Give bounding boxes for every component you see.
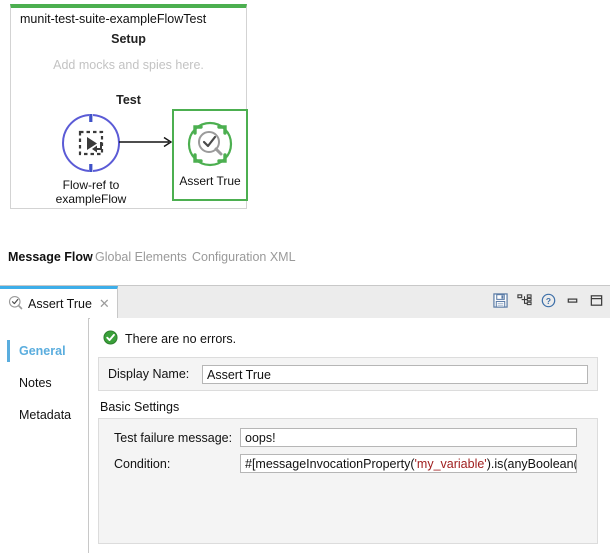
- hierarchy-icon[interactable]: [517, 293, 532, 311]
- connector-arrow: [119, 136, 175, 148]
- setup-section-label: Setup: [111, 32, 146, 46]
- setup-placeholder-text: Add mocks and spies here.: [53, 58, 204, 72]
- flow-container[interactable]: munit-test-suite-exampleFlowTest Setup A…: [10, 4, 248, 209]
- properties-tab-label: Assert True: [28, 296, 92, 311]
- condition-value-literal: 'my_variable': [414, 457, 487, 471]
- condition-label: Condition:: [114, 456, 171, 471]
- properties-nav: General Notes Metadata: [0, 318, 89, 553]
- test-failure-message-input[interactable]: oops!: [240, 428, 577, 447]
- nav-item-metadata[interactable]: Metadata: [0, 402, 88, 428]
- editor-tab-bar: Message Flow Global Elements Configurati…: [0, 245, 610, 277]
- flow-node-assert-true[interactable]: Assert True: [172, 109, 248, 201]
- assert-true-icon: [8, 295, 23, 313]
- test-failure-message-label: Test failure message:: [114, 430, 233, 445]
- tab-global-elements[interactable]: Global Elements: [95, 250, 187, 264]
- status-row: There are no errors.: [103, 330, 598, 348]
- condition-value-suffix: ).is(anyBoolean())]: [486, 457, 577, 471]
- nav-item-notes[interactable]: Notes: [0, 370, 88, 396]
- properties-panel-header: Assert True ✕ ?: [0, 286, 610, 319]
- flow-title: munit-test-suite-exampleFlowTest: [20, 12, 207, 26]
- flow-node-label: Flow-ref to exampleFlow: [47, 178, 135, 206]
- flow-node-flow-ref[interactable]: Flow-ref to exampleFlow: [47, 112, 135, 206]
- properties-form: There are no errors. Display Name: Asser…: [90, 318, 610, 553]
- success-check-icon: [103, 330, 118, 348]
- properties-toolbar: ?: [493, 286, 604, 318]
- field-row-test-failure-message: Test failure message: oops!: [99, 428, 597, 447]
- properties-panel: Assert True ✕ ? General Notes Metadata T…: [0, 285, 610, 553]
- status-message: There are no errors.: [125, 332, 237, 346]
- properties-tab-assert-true[interactable]: Assert True ✕: [0, 286, 118, 318]
- field-row-condition: Condition: #[messageInvocationProperty('…: [99, 454, 597, 473]
- assert-node-label: Assert True: [179, 174, 241, 188]
- close-icon[interactable]: ✕: [99, 297, 110, 310]
- help-icon[interactable]: ?: [541, 293, 556, 311]
- assert-true-icon: [181, 115, 239, 173]
- display-name-label: Display Name:: [108, 367, 190, 381]
- flow-ref-label-line1: Flow-ref to: [62, 178, 120, 192]
- test-section-label: Test: [116, 93, 141, 107]
- flow-ref-label-line2: exampleFlow: [55, 192, 127, 206]
- display-name-input[interactable]: Assert True: [202, 364, 588, 384]
- tab-configuration-xml[interactable]: Configuration XML: [192, 250, 296, 264]
- display-name-group: Display Name: Assert True: [98, 357, 598, 391]
- save-icon[interactable]: [493, 293, 508, 311]
- maximize-icon[interactable]: [589, 293, 604, 311]
- minimize-icon[interactable]: [565, 293, 580, 311]
- basic-settings-group: Test failure message: oops! Condition: #…: [98, 418, 598, 544]
- condition-value-prefix: #[messageInvocationProperty(: [245, 457, 415, 471]
- tab-message-flow[interactable]: Message Flow: [8, 250, 93, 264]
- nav-item-general[interactable]: General: [0, 338, 88, 364]
- basic-settings-title: Basic Settings: [100, 400, 180, 414]
- condition-input[interactable]: #[messageInvocationProperty('my_variable…: [240, 454, 577, 473]
- flow-ref-icon: [60, 112, 122, 174]
- flow-canvas[interactable]: munit-test-suite-exampleFlowTest Setup A…: [0, 0, 610, 240]
- svg-text:?: ?: [546, 296, 551, 306]
